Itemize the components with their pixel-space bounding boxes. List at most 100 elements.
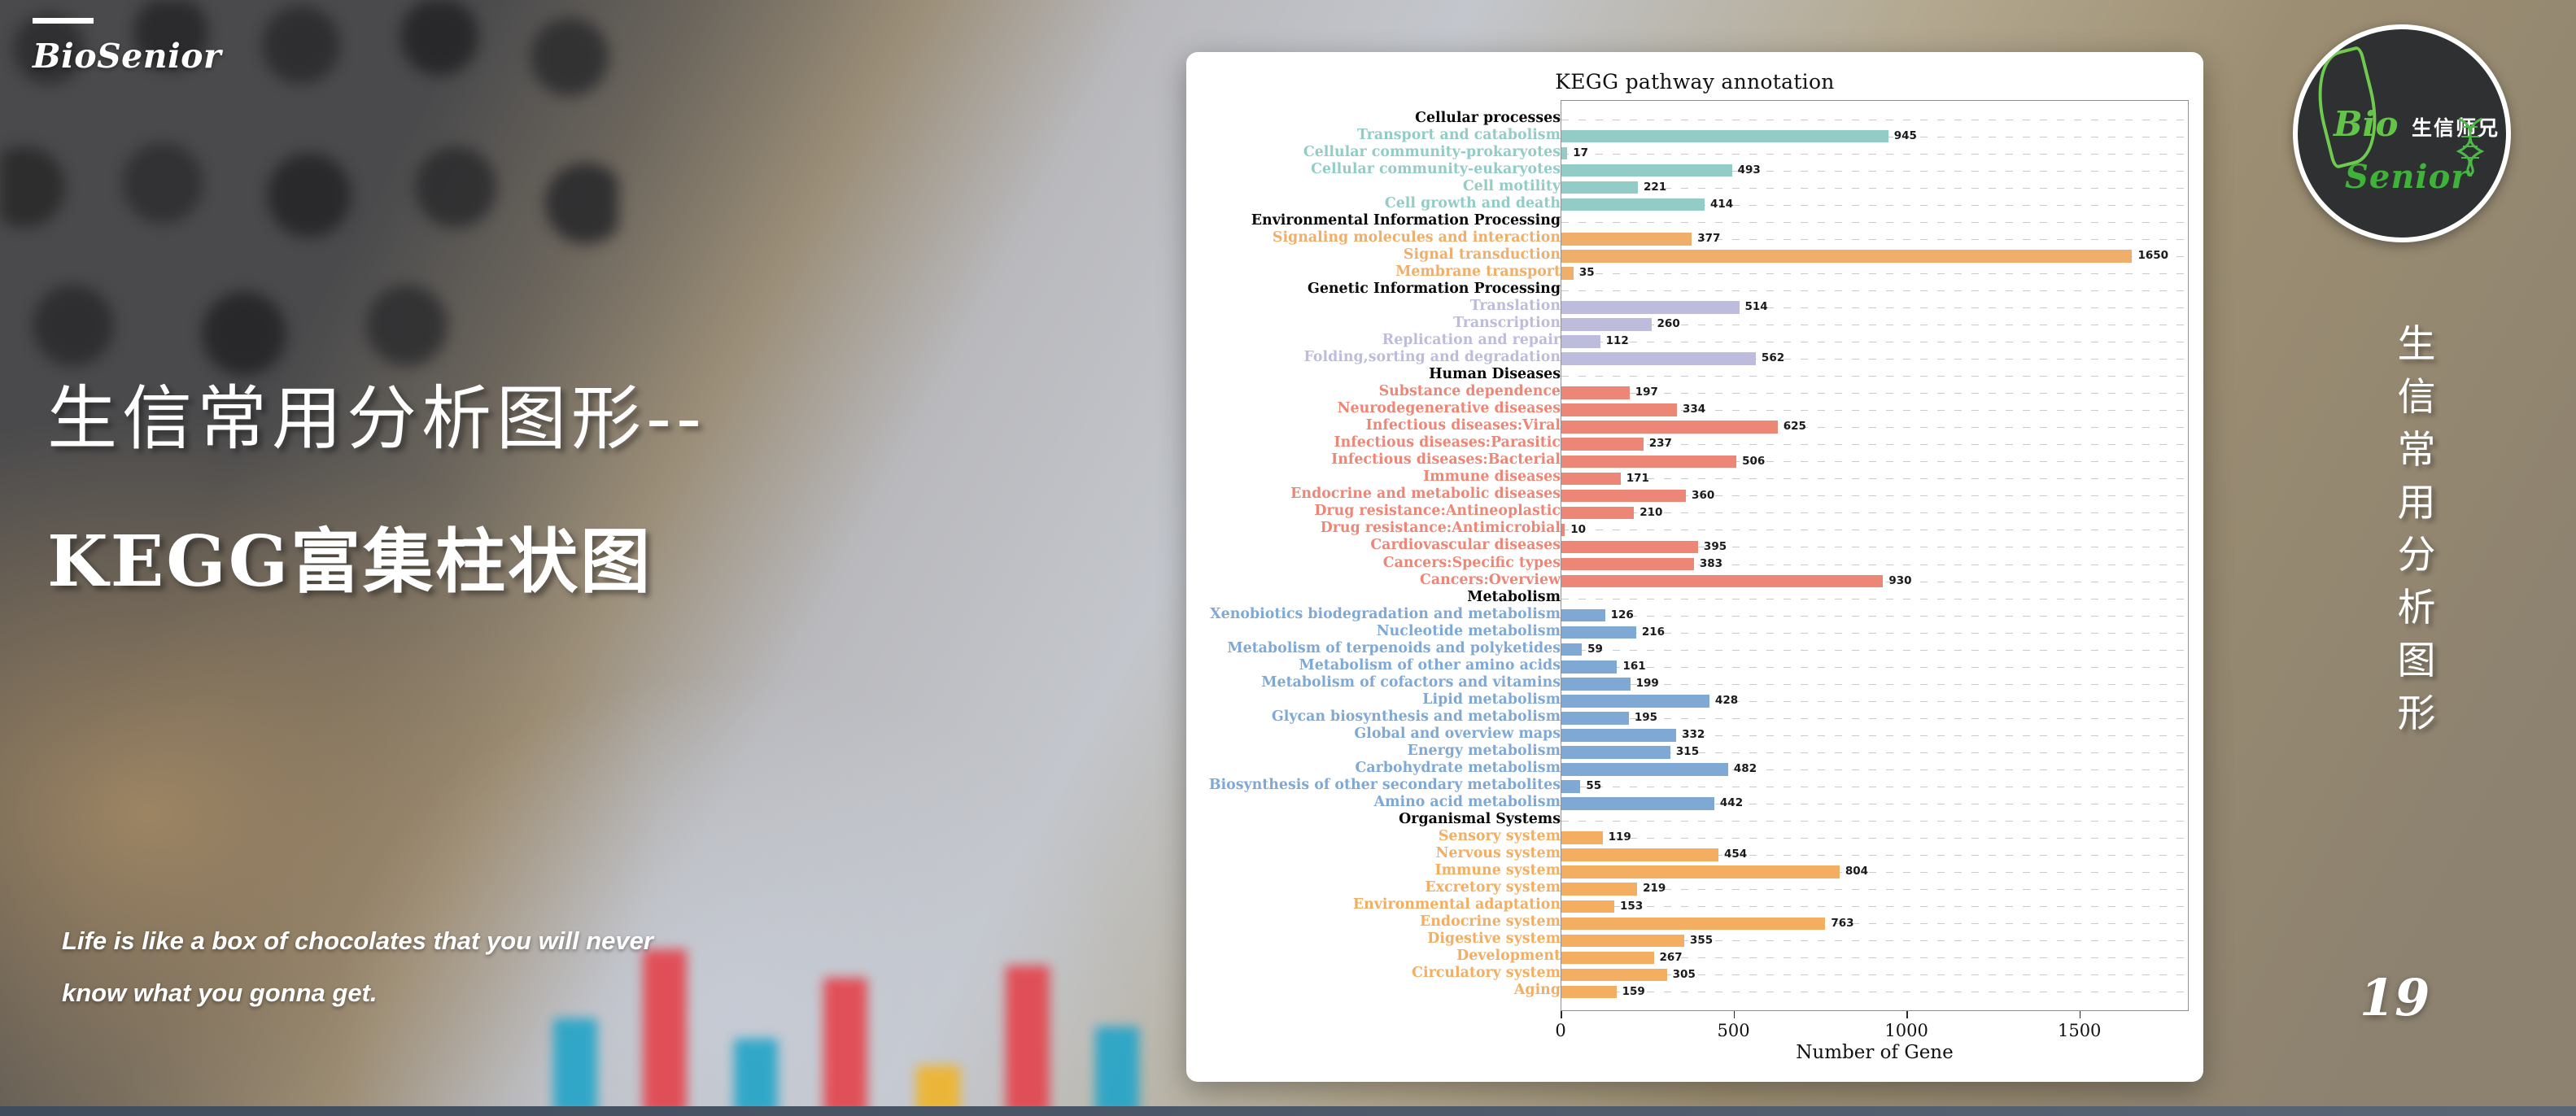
x-tick [1561, 1011, 1562, 1018]
plot-area: Cellular processes Transport and cataboli… [1196, 100, 2194, 1063]
category-label: Cell motility [1462, 177, 1561, 194]
x-tick-label: 500 [1717, 1021, 1750, 1040]
bar-value-label: 360 [1692, 488, 1715, 502]
headline: 生信常用分析图形-- KEGG富集柱状图 [47, 382, 1048, 606]
bar-value-label: 930 [1888, 573, 1912, 587]
bar [1561, 403, 1677, 416]
gridline [1561, 616, 2188, 617]
bar-value-label: 506 [1742, 454, 1766, 468]
logo-senior-text: Senior [2345, 158, 2469, 196]
bar [1561, 335, 1600, 348]
bar [1561, 267, 1574, 280]
bar-value-label: 59 [1587, 642, 1603, 656]
category-label: Drug resistance:Antineoplastic [1314, 503, 1561, 520]
x-tick [1733, 1011, 1736, 1018]
category-label: Environmental adaptation [1352, 896, 1561, 913]
bar [1561, 146, 1568, 160]
bar-value-label: 219 [1643, 882, 1666, 896]
bar [1561, 352, 1756, 365]
bar [1561, 780, 1581, 793]
category-label: Metabolism of other amino acids [1299, 656, 1561, 674]
bar-value-label: 625 [1783, 420, 1806, 434]
category-label: Drug resistance:Antimicrobial [1320, 520, 1561, 537]
x-tick-label: 1000 [1884, 1021, 1928, 1040]
bar [1561, 934, 1684, 948]
bar-value-label: 161 [1622, 659, 1646, 673]
figure-card: KEGG pathway annotation Cellular process… [1186, 52, 2203, 1082]
bar [1561, 763, 1728, 776]
brand-name: BioSenior [33, 37, 222, 76]
bar-value-label: 332 [1682, 728, 1705, 742]
bar [1561, 523, 1565, 537]
bar [1561, 746, 1670, 759]
bar [1561, 797, 1714, 810]
group-label: Environmental Information Processing [1251, 211, 1561, 229]
category-label: Immune system [1434, 862, 1561, 879]
category-label-column: Cellular processes Transport and cataboli… [1203, 100, 1561, 1011]
bar [1561, 678, 1631, 691]
bar [1561, 506, 1635, 520]
category-label: Lipid metabolism [1422, 691, 1561, 708]
bar [1561, 968, 1667, 982]
x-tick-label: 1500 [2057, 1021, 2102, 1040]
bar-value-label: 383 [1699, 556, 1723, 570]
headline-line-2: KEGG富集柱状图 [47, 521, 653, 604]
category-label: Endocrine and metabolic diseases [1290, 486, 1561, 503]
brand-rule [33, 18, 94, 24]
bar-value-label: 260 [1657, 317, 1680, 331]
bar-value-label: 195 [1634, 711, 1658, 725]
gridline [1561, 667, 2188, 668]
chart-title: KEGG pathway annotation [1555, 70, 1835, 94]
bar-value-label: 237 [1648, 437, 1672, 451]
bar-value-label: 17 [1573, 146, 1589, 159]
bar-value-label: 216 [1641, 625, 1666, 639]
category-label: Sensory system [1438, 828, 1561, 845]
gridline [1561, 154, 2188, 155]
bar-value-label: 171 [1626, 471, 1649, 485]
bar [1561, 198, 1705, 211]
bar [1561, 883, 1638, 896]
bar-value-label: 763 [1831, 916, 1854, 930]
bar [1561, 472, 1621, 486]
bar [1561, 865, 1840, 878]
brand-block: BioSenior [33, 18, 301, 76]
category-label: Development [1456, 948, 1561, 965]
bar-value-label: 414 [1710, 197, 1734, 211]
category-label: Signal transduction [1403, 246, 1561, 263]
category-label: Translation [1469, 297, 1561, 314]
bar [1561, 695, 1709, 708]
gridline [1561, 957, 2188, 958]
gridline [1561, 821, 2188, 822]
gridline [1561, 906, 2188, 907]
bar-value-label: 482 [1733, 762, 1757, 776]
bar-value-label: 221 [1643, 180, 1667, 194]
bar [1561, 660, 1618, 674]
bar-value-label: 305 [1672, 967, 1696, 981]
bar [1561, 540, 1698, 554]
bar-value-label: 493 [1737, 163, 1761, 177]
category-label: Signaling molecules and interaction [1272, 229, 1561, 246]
category-label: Nervous system [1435, 845, 1561, 862]
bar [1561, 129, 1888, 143]
gridline [1561, 222, 2188, 223]
quote-text: Life is like a box of chocolates that yo… [62, 926, 653, 1007]
bar [1561, 233, 1692, 246]
category-label: Folding,sorting and degradation [1303, 349, 1561, 366]
category-label: Global and overview maps [1354, 725, 1561, 742]
category-label: Replication and repair [1382, 332, 1561, 349]
bar [1561, 848, 1718, 861]
bar [1561, 250, 2133, 263]
bar-value-label: 334 [1682, 403, 1706, 416]
bar-value-label: 112 [1605, 334, 1629, 348]
bar [1561, 900, 1615, 913]
bar [1561, 985, 1617, 999]
page-number: 19 [2360, 968, 2430, 1027]
bar [1561, 455, 1737, 469]
vertical-title-char-2: 常 [2397, 427, 2436, 473]
category-label: Endocrine system [1420, 913, 1561, 931]
vertical-title-char-4: 分 [2397, 533, 2436, 578]
bar [1561, 421, 1778, 434]
x-tick [2079, 1011, 2081, 1018]
bar-value-label: 514 [1744, 300, 1768, 314]
bottom-bar [0, 1106, 2576, 1116]
